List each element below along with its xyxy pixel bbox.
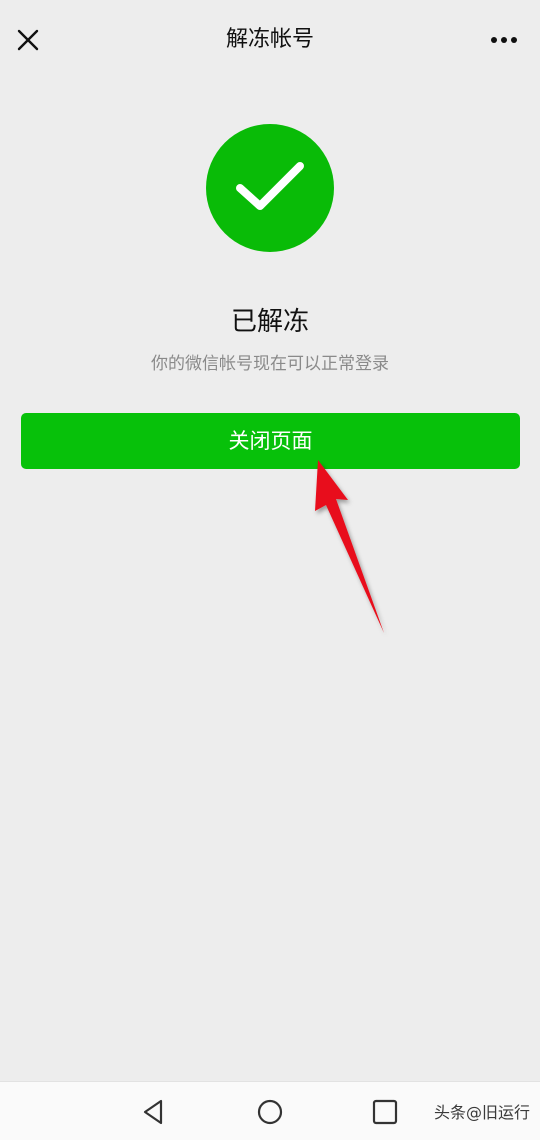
home-button[interactable] xyxy=(254,1096,286,1128)
checkmark-circle-icon xyxy=(206,124,334,252)
more-icon xyxy=(491,37,517,43)
status-description: 你的微信帐号现在可以正常登录 xyxy=(151,354,389,374)
triangle-back-icon xyxy=(143,1099,163,1125)
close-page-button[interactable]: 关闭页面 xyxy=(21,413,520,469)
unfreeze-account-page: 解冻帐号 已解冻 你的微信帐号现在可以正常登录 关闭页面 头条@旧运行 xyxy=(0,0,540,1140)
page-title: 解冻帐号 xyxy=(225,27,314,52)
square-recent-icon xyxy=(372,1099,398,1125)
red-arrow-annotation xyxy=(315,460,384,633)
more-button[interactable] xyxy=(486,24,522,56)
recent-apps-button[interactable] xyxy=(369,1096,401,1128)
circle-home-icon xyxy=(257,1099,283,1125)
back-button[interactable] xyxy=(139,1096,171,1128)
top-navbar: 解冻帐号 xyxy=(0,0,540,78)
status-title: 已解冻 xyxy=(230,307,309,337)
watermark-text: 头条@旧运行 xyxy=(433,1103,530,1122)
